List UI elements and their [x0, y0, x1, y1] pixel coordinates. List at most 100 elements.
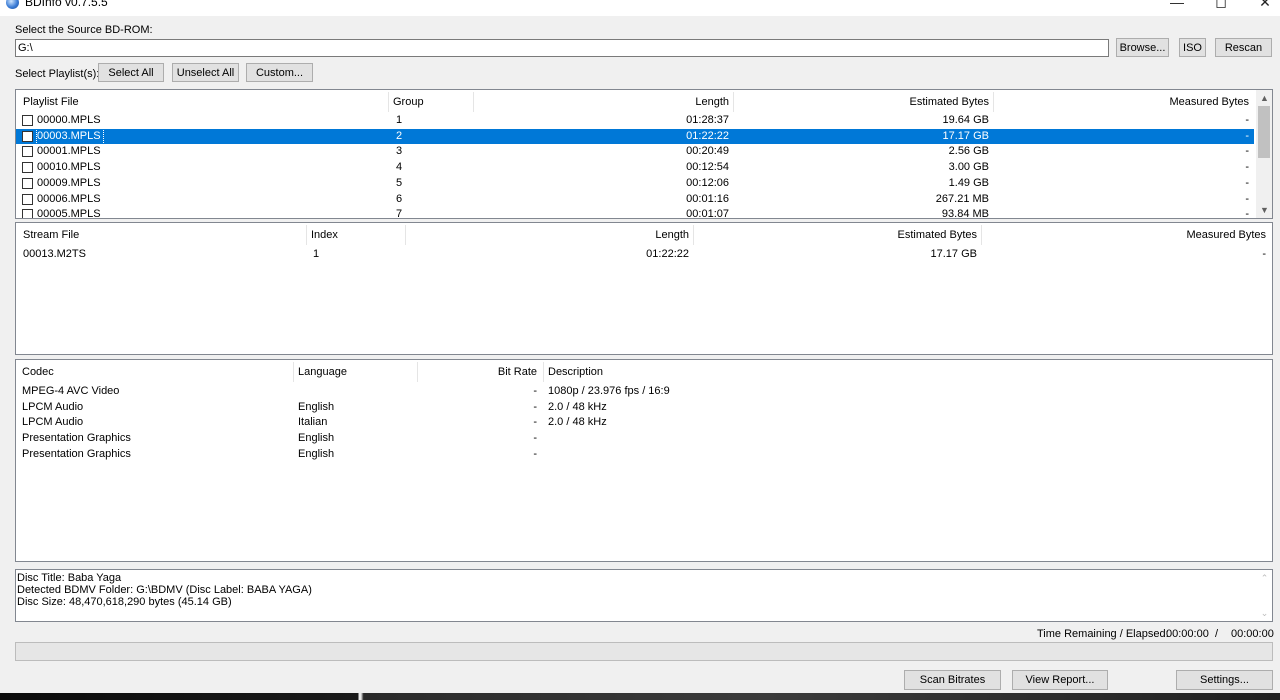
- playlist-list[interactable]: Playlist File Group Length Estimated Byt…: [15, 89, 1273, 219]
- source-label: Select the Source BD-ROM:: [15, 24, 153, 36]
- rescan-button[interactable]: Rescan: [1215, 38, 1272, 57]
- col-estimated-bytes[interactable]: Estimated Bytes: [806, 92, 989, 112]
- scan-bitrates-button[interactable]: Scan Bitrates: [904, 670, 1001, 690]
- col-stream-file[interactable]: Stream File: [23, 225, 79, 245]
- playlist-length-cell: 00:12:06: [686, 176, 729, 189]
- playlist-length-cell: 00:01:16: [686, 192, 729, 205]
- codec-name-cell: LPCM Audio: [22, 400, 84, 413]
- codec-list[interactable]: Codec Language Bit Rate Description MPEG…: [15, 359, 1273, 562]
- playlist-group-cell: 2: [396, 129, 403, 142]
- maximize-icon[interactable]: ◻: [1198, 0, 1244, 14]
- codec-language-cell: English: [298, 432, 335, 445]
- iso-button[interactable]: ISO: [1179, 38, 1206, 57]
- playlist-length-cell: 01:28:37: [686, 114, 729, 126]
- codec-row[interactable]: Presentation Graphics English -: [16, 431, 1272, 446]
- playlist-estimated-cell: 93.84 MB: [941, 208, 989, 219]
- playlist-measured-cell: -: [1245, 176, 1249, 189]
- playlist-estimated-cell: 2.56 GB: [948, 145, 989, 158]
- playlist-checkbox[interactable]: [22, 162, 33, 174]
- playlist-estimated-cell: 17.17 GB: [942, 129, 989, 142]
- codec-bitrate-cell: -: [533, 447, 537, 460]
- scroll-up-icon[interactable]: ▲: [1256, 90, 1272, 106]
- codec-row[interactable]: Presentation Graphics English -: [16, 447, 1272, 462]
- time-separator: /: [1215, 628, 1219, 640]
- info-scrollbar[interactable]: ⌃ ⌄: [1256, 570, 1272, 621]
- stream-length-cell: 01:22:22: [646, 248, 689, 260]
- col-measured-bytes[interactable]: Measured Bytes: [1016, 92, 1249, 112]
- col-stream-length[interactable]: Length: [516, 225, 689, 245]
- playlist-group-cell: 4: [396, 161, 403, 174]
- playlist-file-cell: 00000.MPLS: [37, 114, 101, 126]
- playlist-scrollbar[interactable]: ▲ ▼: [1256, 90, 1272, 218]
- playlist-file-cell: 00003.MPLS: [36, 127, 104, 145]
- playlist-row[interactable]: 00009.MPLS 5 00:12:06 1.49 GB -: [16, 176, 1254, 191]
- settings-button[interactable]: Settings...: [1176, 670, 1273, 690]
- playlist-row[interactable]: 00010.MPLS 4 00:12:54 3.00 GB -: [16, 160, 1254, 175]
- playlist-length-cell: 00:12:54: [686, 161, 729, 174]
- taskbar-strip: [0, 693, 1280, 700]
- unselect-all-button[interactable]: Unselect All: [172, 63, 239, 82]
- codec-language-cell: English: [298, 400, 335, 413]
- stream-row[interactable]: 00013.M2TS 1 01:22:22 17.17 GB -: [16, 247, 1272, 262]
- playlist-checkbox[interactable]: [22, 193, 33, 205]
- custom-button[interactable]: Custom...: [246, 63, 313, 82]
- source-path-input[interactable]: G:\: [15, 39, 1109, 57]
- scroll-down-icon[interactable]: ▼: [1256, 202, 1272, 218]
- playlist-length-cell: 00:01:07: [686, 208, 729, 219]
- col-stream-estimated-bytes[interactable]: Estimated Bytes: [796, 225, 977, 245]
- col-language[interactable]: Language: [298, 362, 347, 382]
- disc-info-line: Disc Size: 48,470,618,290 bytes (45.14 G…: [17, 596, 232, 608]
- codec-language-cell: Italian: [298, 416, 328, 429]
- window-title: BDInfo v0.7.5.5: [25, 0, 108, 9]
- title-bar: [0, 0, 1280, 16]
- playlist-measured-cell: -: [1245, 192, 1249, 205]
- view-report-button[interactable]: View Report...: [1012, 670, 1108, 690]
- playlist-estimated-cell: 19.64 GB: [942, 114, 989, 126]
- playlist-row[interactable]: 00005.MPLS 7 00:01:07 93.84 MB -: [16, 207, 1254, 219]
- codec-bitrate-cell: -: [533, 432, 537, 445]
- select-all-button[interactable]: Select All: [98, 63, 164, 82]
- codec-row[interactable]: MPEG-4 AVC Video -1080p / 23.976 fps / 16…: [16, 384, 1272, 399]
- codec-bitrate-cell: -: [533, 400, 537, 413]
- playlist-file-cell: 00006.MPLS: [37, 192, 101, 205]
- playlist-checkbox[interactable]: [22, 130, 33, 142]
- scroll-thumb[interactable]: [1258, 106, 1270, 158]
- playlist-length-cell: 00:20:49: [686, 145, 729, 158]
- minimize-icon[interactable]: —: [1154, 0, 1200, 14]
- disc-info-textarea[interactable]: Disc Title: Baba Yaga Detected BDMV Folde…: [15, 569, 1273, 622]
- time-remaining-label: Time Remaining / Elapsed:: [1037, 628, 1169, 640]
- playlist-checkbox[interactable]: [22, 146, 33, 158]
- stream-estimated-cell: 17.17 GB: [930, 248, 977, 260]
- stream-list[interactable]: Stream File Index Length Estimated Bytes…: [15, 222, 1273, 355]
- col-description[interactable]: Description: [548, 362, 603, 382]
- playlist-checkbox[interactable]: [22, 209, 33, 218]
- close-icon[interactable]: ✕: [1242, 0, 1280, 14]
- col-playlist-file[interactable]: Playlist File: [23, 92, 79, 112]
- codec-row[interactable]: LPCM Audio Italian -2.0 / 48 kHz: [16, 415, 1272, 430]
- playlist-group-cell: 6: [396, 192, 403, 205]
- browse-button[interactable]: Browse...: [1116, 38, 1169, 57]
- playlist-checkbox[interactable]: [22, 115, 33, 126]
- playlist-row[interactable]: 00000.MPLS 1 01:28:37 19.64 GB -: [16, 113, 1254, 128]
- col-index[interactable]: Index: [311, 225, 338, 245]
- col-stream-measured-bytes[interactable]: Measured Bytes: [1016, 225, 1266, 245]
- playlist-row[interactable]: 00003.MPLS 2 01:22:22 17.17 GB -: [16, 127, 1254, 145]
- col-codec[interactable]: Codec: [22, 362, 54, 382]
- scroll-up-icon[interactable]: ⌃: [1256, 570, 1272, 586]
- playlist-group-cell: 1: [396, 114, 403, 126]
- col-group[interactable]: Group: [393, 92, 424, 112]
- codec-language-cell: English: [298, 447, 335, 460]
- col-length[interactable]: Length: [556, 92, 729, 112]
- playlist-file-cell: 00005.MPLS: [37, 208, 101, 219]
- playlist-measured-cell: -: [1245, 129, 1249, 142]
- playlist-file-cell: 00001.MPLS: [37, 145, 101, 158]
- codec-row[interactable]: LPCM Audio English -2.0 / 48 kHz: [16, 400, 1272, 415]
- codec-name-cell: MPEG-4 AVC Video: [22, 385, 120, 397]
- codec-bitrate-cell: -: [533, 385, 537, 397]
- col-bit-rate[interactable]: Bit Rate: [436, 362, 537, 382]
- playlist-checkbox[interactable]: [22, 177, 33, 189]
- scroll-down-icon[interactable]: ⌄: [1256, 605, 1272, 621]
- playlist-row[interactable]: 00001.MPLS 3 00:20:49 2.56 GB -: [16, 144, 1254, 159]
- playlist-group-cell: 5: [396, 176, 403, 189]
- playlist-row[interactable]: 00006.MPLS 6 00:01:16 267.21 MB -: [16, 192, 1254, 207]
